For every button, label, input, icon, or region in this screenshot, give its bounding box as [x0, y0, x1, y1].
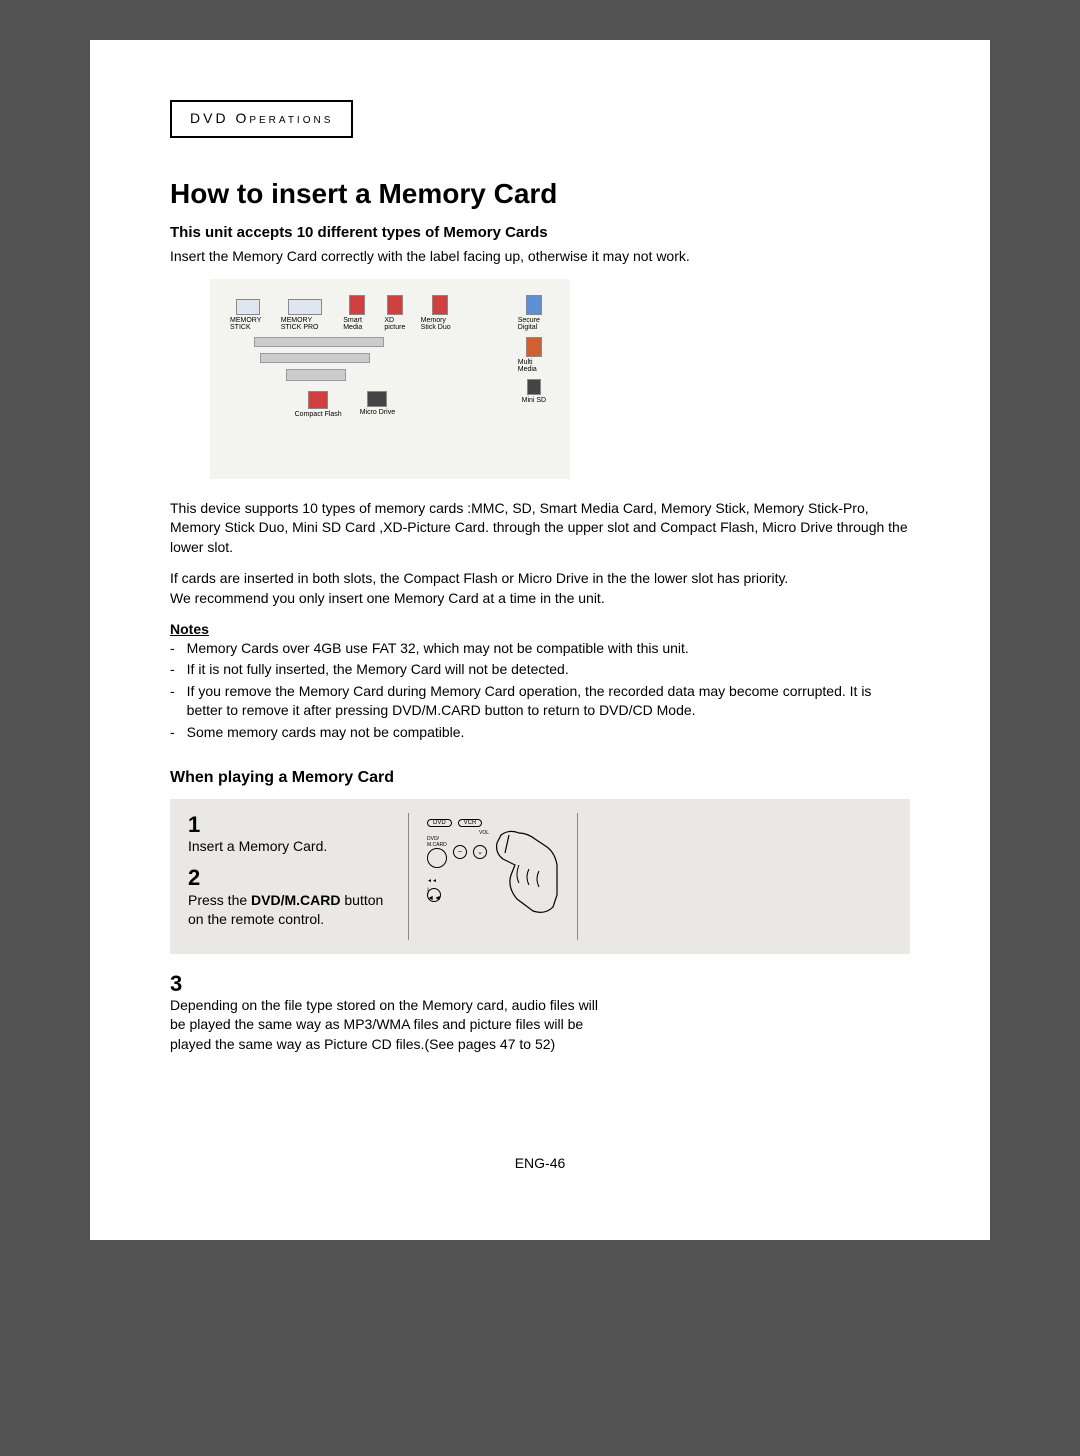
- page-title: How to insert a Memory Card: [170, 178, 910, 210]
- card-label: MEMORY STICK: [230, 317, 267, 331]
- remote-illustration-panel: DVD VCR VOL DVD/ M.CARD – ⌄ ◄◄ |◄◄: [408, 813, 578, 940]
- card-label: Memory Stick Duo: [421, 317, 460, 331]
- paragraph-1: This device supports 10 types of memory …: [170, 499, 910, 558]
- note-item: Memory Cards over 4GB use FAT 32, which …: [170, 639, 910, 659]
- page-number: ENG-46: [170, 1155, 910, 1171]
- note-item: Some memory cards may not be compatible.: [170, 723, 910, 743]
- subheading-playing: When playing a Memory Card: [170, 769, 910, 787]
- step-3-block: 3 Depending on the file type stored on t…: [170, 972, 910, 1055]
- remote-down-button: ⌄: [473, 845, 487, 859]
- card-label: XD picture: [384, 317, 406, 331]
- remote-rewind-icon: ◄◄: [427, 878, 437, 884]
- card-label: Secure Digital: [518, 317, 550, 331]
- card-label: Compact Flash: [295, 411, 342, 418]
- remote-skip-button: |◄◄: [427, 888, 441, 902]
- remote-mcard-button: [427, 848, 447, 868]
- section-label: DVD Operations: [190, 110, 333, 126]
- intro-text: Insert the Memory Card correctly with th…: [170, 247, 910, 267]
- remote-minus-button: –: [453, 845, 467, 859]
- card-label: Smart Media: [343, 317, 370, 331]
- note-item: If it is not fully inserted, the Memory …: [170, 660, 910, 680]
- step-number-1: 1: [188, 813, 388, 837]
- step-number-2: 2: [188, 866, 388, 890]
- remote-vcr-label: VCR: [458, 819, 483, 827]
- section-header-box: DVD Operations: [170, 100, 353, 138]
- remote-dvd-mcard-label: DVD/ M.CARD: [427, 836, 447, 848]
- card-label: Mini SD: [522, 397, 547, 404]
- paragraph-2: If cards are inserted in both slots, the…: [170, 569, 910, 589]
- subheading-accepts: This unit accepts 10 different types of …: [170, 224, 910, 241]
- note-item: If you remove the Memory Card during Mem…: [170, 682, 910, 721]
- step-text-2: Press the DVD/M.CARD button on the remot…: [188, 891, 388, 930]
- hand-pointing-icon: [489, 825, 559, 915]
- step-text-1: Insert a Memory Card.: [188, 837, 388, 857]
- steps-block: 1 Insert a Memory Card. 2 Press the DVD/…: [170, 799, 910, 954]
- paragraph-3: We recommend you only insert one Memory …: [170, 589, 910, 609]
- remote-dvd-label: DVD: [427, 819, 452, 827]
- card-label: MEMORY STICK PRO: [281, 317, 329, 331]
- notes-heading: Notes: [170, 621, 910, 637]
- notes-list: Memory Cards over 4GB use FAT 32, which …: [170, 639, 910, 743]
- step-text-3: Depending on the file type stored on the…: [170, 996, 600, 1055]
- card-label: Micro Drive: [360, 409, 395, 416]
- memory-card-diagram: MEMORY STICK MEMORY STICK PRO Smart Medi…: [210, 279, 570, 479]
- card-label: Multi Media: [518, 359, 550, 373]
- manual-page: DVD Operations How to insert a Memory Ca…: [90, 40, 990, 1240]
- step-number-3: 3: [170, 972, 910, 996]
